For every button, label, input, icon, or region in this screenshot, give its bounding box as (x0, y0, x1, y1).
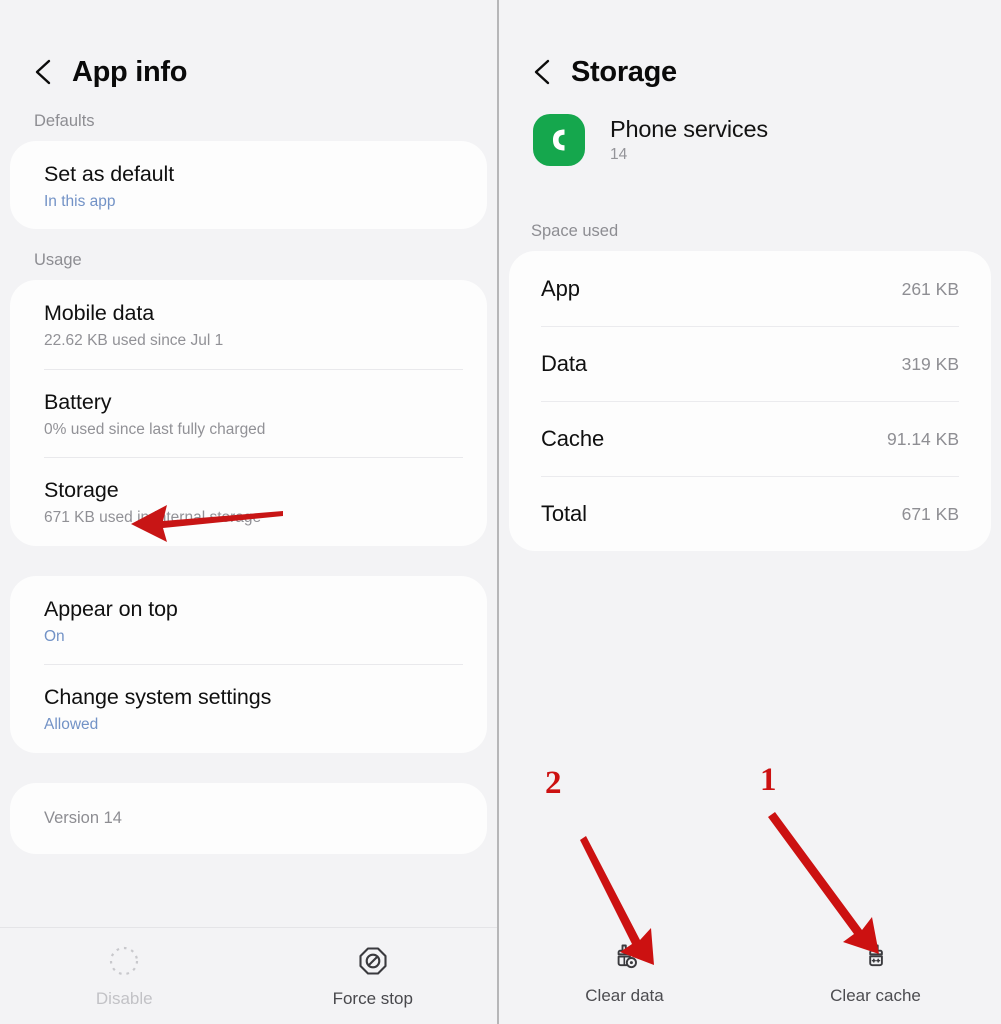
section-label-space-used: Space used (531, 222, 619, 240)
storage-row-key: App (541, 276, 580, 301)
row-title: Change system settings (44, 685, 272, 710)
storage-row-key: Cache (541, 426, 605, 451)
row-title: Mobile data (44, 301, 155, 326)
force-stop-octagon-icon (356, 944, 390, 978)
phone-handset-icon (533, 114, 585, 166)
row-subtitle: In this app (44, 192, 116, 210)
storage-row-total: Total 671 KB (509, 476, 991, 551)
disable-dashed-circle-icon (107, 944, 141, 978)
storage-row-key: Total (541, 501, 587, 526)
clear-cache-button[interactable]: Clear cache (750, 940, 1001, 1006)
storage-header: Storage (499, 0, 1001, 100)
disable-label: Disable (95, 988, 153, 1008)
row-subtitle: 0% used since last fully charged (44, 420, 266, 438)
storage-row-cache: Cache 91.14 KB (509, 401, 991, 476)
storage-row-value: 91.14 KB (887, 428, 959, 449)
row-title: Set as default (44, 162, 175, 186)
force-stop-button[interactable]: Force stop (249, 928, 498, 1024)
row-title: Appear on top (44, 596, 178, 621)
clear-data-label: Clear data (585, 986, 664, 1005)
section-label-usage: Usage (34, 251, 82, 270)
usage-card: Mobile data 22.62 KB used since Jul 1 Ba… (10, 280, 487, 546)
row-subtitle: On (44, 627, 65, 645)
section-label-defaults: Defaults (34, 112, 95, 130)
storage-row-app: App 261 KB (509, 251, 991, 326)
permissions-card: Appear on top On Change system settings … (10, 575, 487, 753)
dual-screenshot-container: App info Defaults Set as default In this… (0, 0, 1001, 1024)
storage-screen: Storage Phone services 14 Space used App… (499, 0, 1001, 1024)
app-info-screen: App info Defaults Set as default In this… (0, 0, 499, 1024)
app-version: 14 (610, 146, 628, 163)
version-text: Version 14 (44, 808, 122, 827)
row-set-as-default[interactable]: Set as default In this app (10, 141, 487, 229)
app-name: Phone services (610, 116, 768, 142)
storage-row-value: 261 KB (901, 278, 959, 299)
force-stop-label: Force stop (332, 988, 413, 1008)
storage-row-value: 319 KB (901, 353, 959, 374)
row-storage[interactable]: Storage 671 KB used in Internal storage (10, 457, 487, 545)
clear-data-button[interactable]: Clear data (499, 940, 750, 1006)
storage-row-data: Data 319 KB (509, 326, 991, 401)
chevron-left-icon[interactable] (529, 57, 555, 87)
app-summary: Phone services 14 (499, 100, 1001, 166)
row-subtitle: 22.62 KB used since Jul 1 (44, 332, 224, 350)
version-card: Version 14 (10, 782, 487, 854)
row-subtitle: 671 KB used in Internal storage (44, 509, 262, 527)
app-meta: Phone services 14 (610, 116, 768, 164)
row-appear-on-top[interactable]: Appear on top On (10, 576, 487, 664)
row-title: Storage (44, 478, 119, 503)
row-battery[interactable]: Battery 0% used since last fully charged (10, 368, 487, 457)
storage-row-key: Data (541, 351, 588, 376)
row-subtitle: Allowed (44, 716, 99, 734)
chevron-left-icon[interactable] (30, 57, 56, 87)
row-change-system-settings[interactable]: Change system settings Allowed (10, 664, 487, 752)
space-used-card: App 261 KB Data 319 KB Cache 91.14 KB To… (509, 251, 991, 551)
broom-cache-icon (859, 940, 893, 974)
broom-data-icon (608, 940, 642, 974)
app-info-action-bar: Disable Force stop (0, 927, 497, 1024)
page-title: Storage (571, 55, 677, 88)
page-title: App info (72, 55, 188, 88)
row-title: Battery (44, 389, 112, 414)
storage-row-value: 671 KB (901, 503, 959, 524)
row-version: Version 14 (10, 783, 487, 854)
clear-cache-label: Clear cache (830, 986, 921, 1005)
row-mobile-data[interactable]: Mobile data 22.62 KB used since Jul 1 (10, 280, 487, 368)
defaults-card: Set as default In this app (10, 141, 487, 230)
clear-action-bar: Clear data Clear cache (499, 940, 1001, 1006)
app-info-header: App info (0, 0, 497, 100)
disable-button: Disable (0, 928, 249, 1024)
